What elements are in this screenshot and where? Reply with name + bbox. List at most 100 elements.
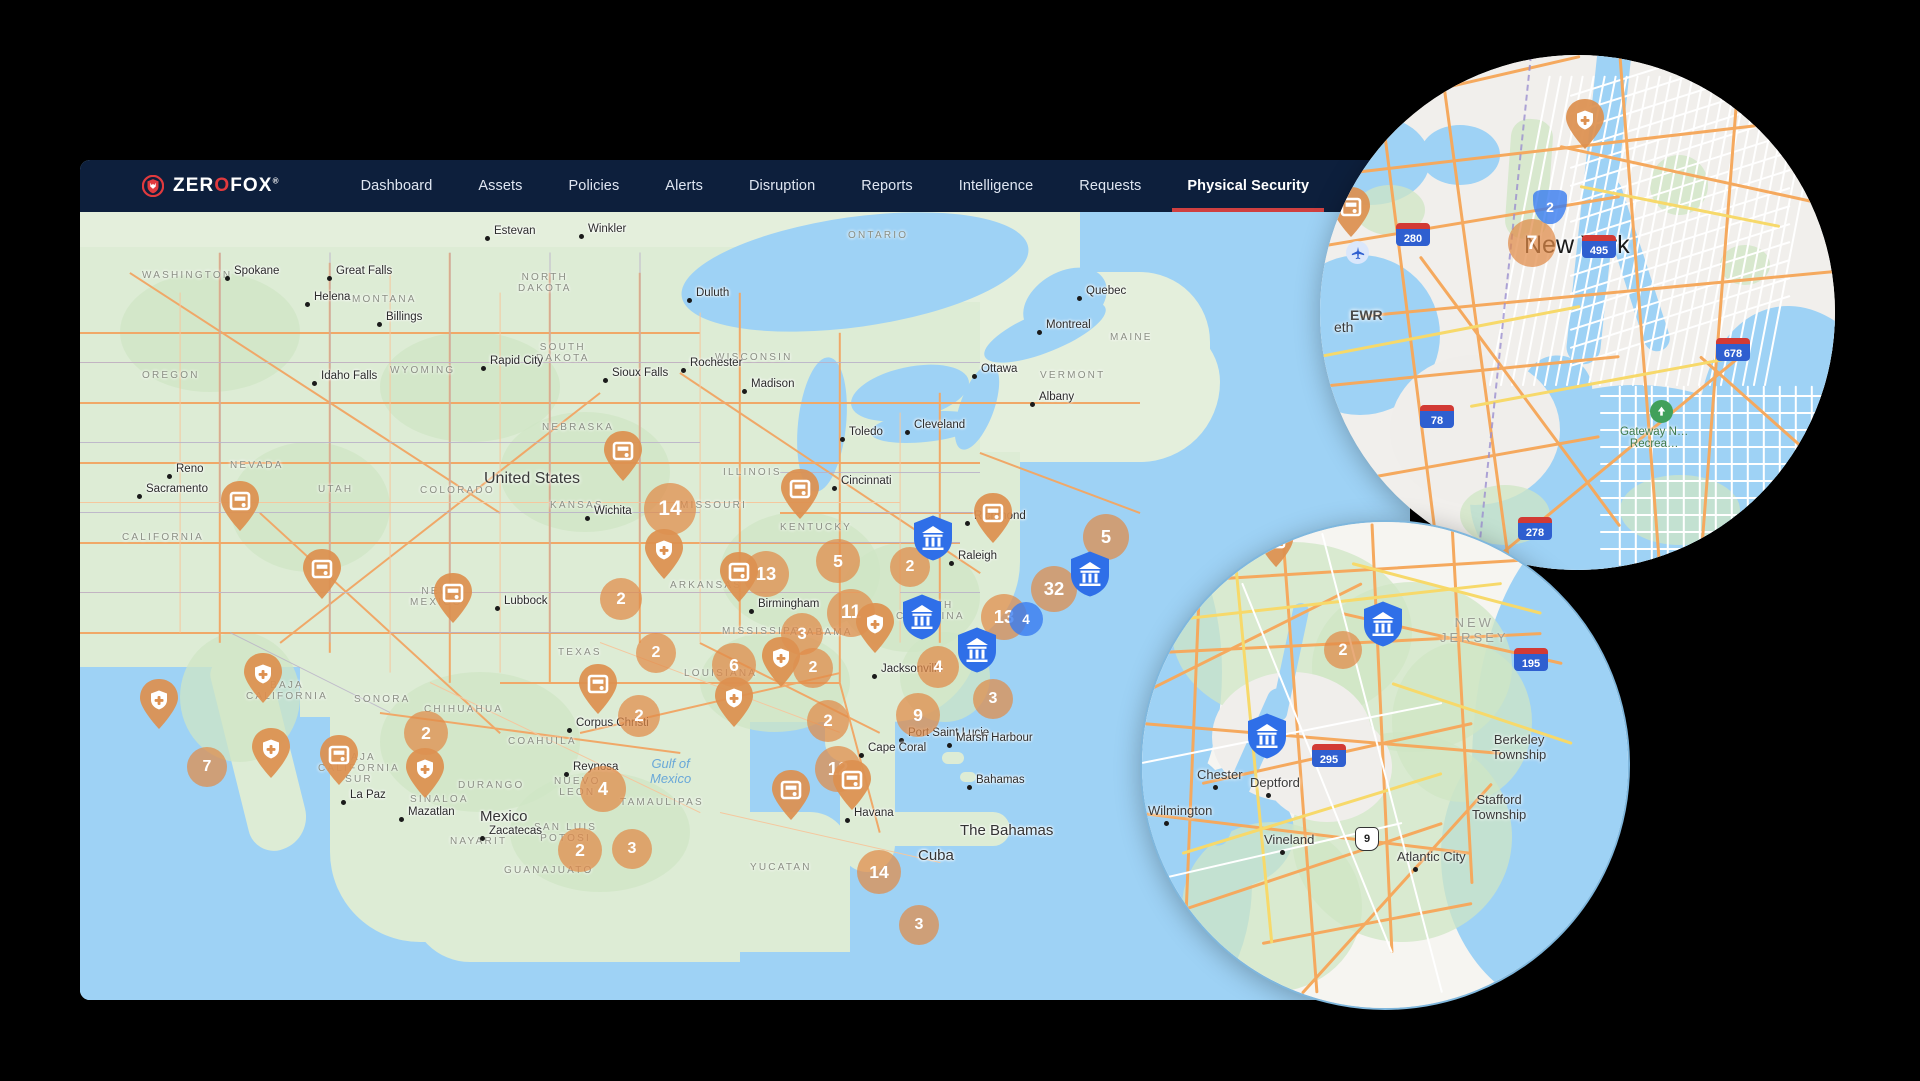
map-road: [1600, 395, 1835, 397]
map-pin-medical-shield-icon[interactable]: [242, 652, 284, 704]
map-city-label: Quebec: [1086, 285, 1126, 297]
nav-item-alerts[interactable]: Alerts: [642, 160, 726, 212]
map-cluster-marker[interactable]: 14: [857, 850, 901, 894]
map-pin-news-card-icon[interactable]: [831, 759, 873, 811]
highway-shield-icon: 678: [1716, 338, 1750, 361]
map-city-dot: [967, 785, 972, 790]
map-road: [389, 273, 390, 673]
map-city-dot: [905, 430, 910, 435]
inset-city-label: Chester: [1197, 767, 1243, 782]
map-cluster-marker[interactable]: 2: [600, 578, 642, 620]
screenshot-stage: ZEROFOX® DashboardAssetsPoliciesAlertsDi…: [0, 0, 1920, 1081]
map-road: [1600, 531, 1835, 533]
inset-ny-label: EWR: [1350, 307, 1383, 323]
map-cluster-marker[interactable]: 2: [636, 633, 676, 673]
nav-item-requests[interactable]: Requests: [1056, 160, 1164, 212]
map-cluster-marker[interactable]: 4: [917, 646, 959, 688]
map-city-label: Spokane: [234, 265, 279, 277]
nav-item-dashboard[interactable]: Dashboard: [338, 160, 456, 212]
map-city-dot: [137, 494, 142, 499]
map-pin-medical-shield-icon[interactable]: [250, 727, 292, 779]
nav-item-reports[interactable]: Reports: [838, 160, 935, 212]
map-city-label: Madison: [751, 378, 794, 390]
map-city-dot: [1077, 296, 1082, 301]
map-road: [80, 362, 700, 363]
map-city-dot: [585, 516, 590, 521]
new-york-magnifier[interactable]: New YorkethldEWR28049578278678Gateway N……: [1320, 55, 1835, 570]
inset-city-label: Deptford: [1250, 775, 1300, 790]
map-city-dot: [840, 437, 845, 442]
map-city-dot: [480, 836, 485, 841]
map-pin-news-card-icon[interactable]: [602, 430, 644, 482]
map-pin-news-card-icon[interactable]: [770, 769, 812, 821]
map-city-dot: [481, 366, 486, 371]
inset-city-dot: [1280, 850, 1285, 855]
nav-item-assets[interactable]: Assets: [455, 160, 545, 212]
map-region-label: MAINE: [1110, 332, 1153, 343]
inset-pin-news-card-icon[interactable]: [1330, 186, 1372, 238]
map-cluster-marker[interactable]: 2: [618, 695, 660, 737]
map-cluster-marker[interactable]: 4: [580, 766, 626, 812]
park-icon: [1650, 400, 1673, 423]
map-shield-bank-building-icon[interactable]: [955, 626, 999, 674]
map-city-dot: [1037, 330, 1042, 335]
map-pin-medical-shield-icon[interactable]: [854, 602, 896, 654]
map-cluster-marker[interactable]: 9: [896, 693, 940, 737]
map-pin-news-card-icon[interactable]: [301, 548, 343, 600]
nav-item-intelligence[interactable]: Intelligence: [936, 160, 1057, 212]
inset-shield-bank-building-icon[interactable]: [1361, 600, 1405, 648]
map-city-dot: [859, 753, 864, 758]
map-pin-news-card-icon[interactable]: [432, 572, 474, 624]
map-cluster-marker[interactable]: 3: [612, 829, 652, 869]
map-city-label: Winkler: [588, 223, 626, 235]
map-shield-bank-building-icon[interactable]: [911, 514, 955, 562]
map-road: [1600, 480, 1835, 482]
map-cluster-marker[interactable]: 3: [899, 905, 939, 945]
map-region-label: SONORA: [354, 694, 411, 705]
top-navigation-bar: ZEROFOX® DashboardAssetsPoliciesAlertsDi…: [80, 160, 1410, 212]
map-region-label: KENTUCKY: [780, 522, 852, 533]
map-region-label: TEXAS: [558, 647, 602, 658]
map-city-dot: [341, 800, 346, 805]
map-region-label: CALIFORNIA: [122, 532, 204, 543]
inset-cluster-marker[interactable]: 7: [1508, 219, 1556, 267]
map-shield-bank-building-icon[interactable]: [1068, 550, 1112, 598]
brand-name-prefix: ZER: [173, 175, 214, 196]
nav-item-policies[interactable]: Policies: [546, 160, 643, 212]
inset-shield-bank-building-icon[interactable]: [1245, 712, 1289, 760]
map-pin-medical-shield-icon[interactable]: [760, 636, 802, 688]
map-region-label: SOUTH DAKOTA: [536, 342, 590, 364]
nav-item-physical-security[interactable]: Physical Security: [1164, 160, 1332, 212]
map-pin-news-card-icon[interactable]: [718, 551, 760, 603]
map-cluster-marker[interactable]: 5: [816, 539, 860, 583]
map-pin-news-card-icon[interactable]: [577, 663, 619, 715]
map-pin-news-card-icon[interactable]: [318, 734, 360, 786]
map-cluster-marker[interactable]: 2: [558, 828, 602, 872]
map-pin-news-card-icon[interactable]: [219, 480, 261, 532]
nav-item-disruption[interactable]: Disruption: [726, 160, 838, 212]
map-pin-medical-shield-icon[interactable]: [404, 747, 446, 799]
brand-logo[interactable]: ZEROFOX®: [142, 175, 280, 197]
brand-name-suffix: FOX: [230, 175, 272, 196]
map-region-label: NEVADA: [230, 460, 284, 471]
map-city-dot: [845, 818, 850, 823]
map-pin-medical-shield-icon[interactable]: [713, 676, 755, 728]
inset-cluster-marker[interactable]: 2: [1324, 631, 1362, 669]
map-road: [640, 253, 641, 543]
inset-pin-medical-shield-icon[interactable]: [1564, 98, 1606, 150]
map-cluster-marker[interactable]: 7: [187, 747, 227, 787]
map-pin-news-card-icon[interactable]: [972, 492, 1014, 544]
map-pin-medical-shield-icon[interactable]: [138, 678, 180, 730]
map-region-label: DURANGO: [458, 780, 525, 791]
map-cluster-marker[interactable]: 2: [807, 700, 849, 742]
map-cluster-marker[interactable]: 3: [973, 679, 1013, 719]
map-cluster-marker[interactable]: 4: [1009, 602, 1043, 636]
map-region-label: Cuba: [918, 847, 954, 864]
map-city-dot: [225, 276, 230, 281]
map-city-label: Mazatlan: [408, 806, 455, 818]
map-pin-medical-shield-icon[interactable]: [643, 528, 685, 580]
inset-pin-news-card-icon[interactable]: [1257, 521, 1295, 568]
map-pin-news-card-icon[interactable]: [779, 468, 821, 520]
philadelphia-magnifier[interactable]: ChesterDeptfordWilmingtonVinelandAtlanti…: [1140, 520, 1630, 1010]
map-shield-bank-building-icon[interactable]: [900, 593, 944, 641]
